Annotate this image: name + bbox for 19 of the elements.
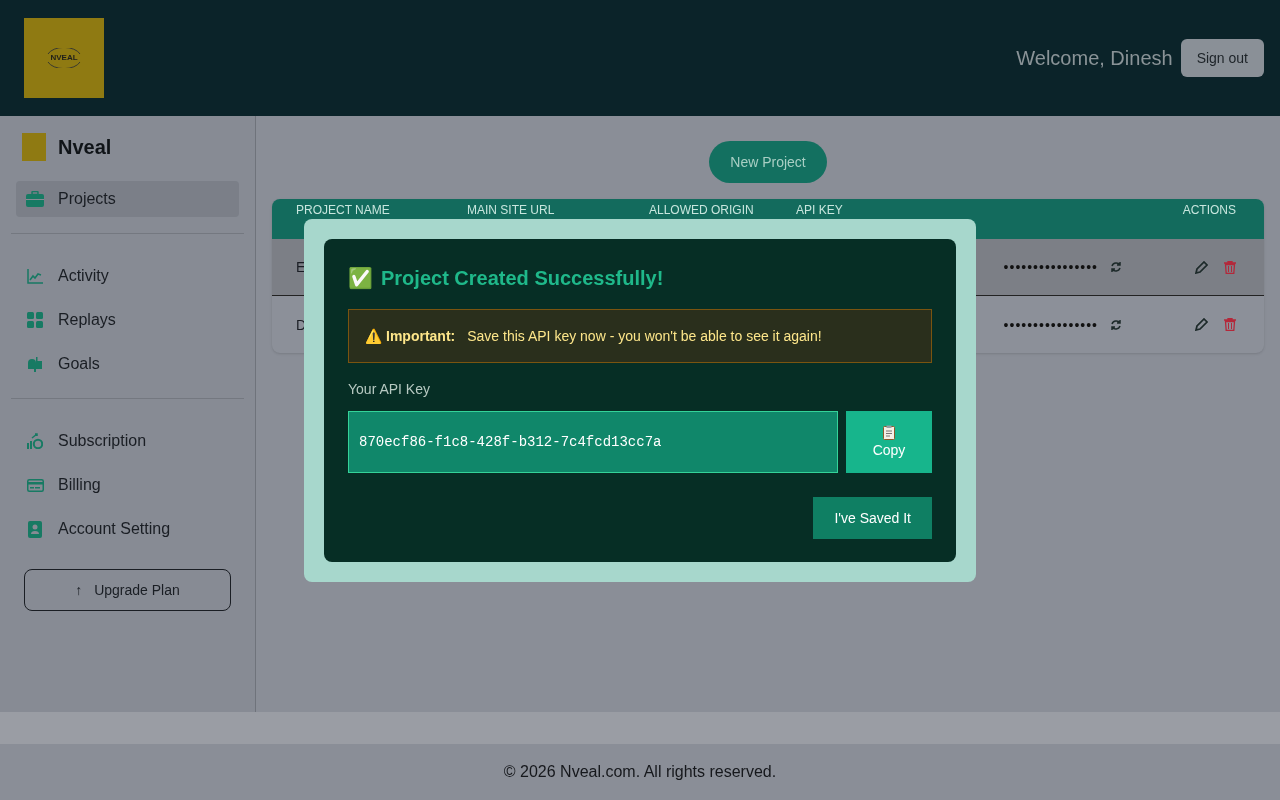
project-name-cell-text: E bbox=[296, 258, 307, 277]
api-key-cell-text: •••••••••••••••• bbox=[1003, 258, 1098, 277]
welcome-text: Welcome, Dinesh bbox=[1016, 46, 1173, 71]
column-header: PROJECT NAME bbox=[296, 203, 390, 217]
dialog-title: ✅ Project Created Successfully! bbox=[348, 263, 932, 293]
check-mark-icon: ✅ bbox=[348, 263, 373, 293]
brand-name: Nveal bbox=[58, 135, 112, 160]
warning-icon: ⚠ bbox=[365, 326, 382, 346]
column-header: ACTIONS bbox=[1182, 203, 1236, 217]
up-arrow-icon: ↑ bbox=[75, 580, 83, 600]
warning-label: Important: bbox=[386, 327, 456, 346]
column-header: ALLOWED ORIGIN bbox=[649, 203, 754, 217]
copyright-text: © 2026 Nveal.com. All rights reserved. bbox=[503, 762, 777, 782]
column-header: MAIN SITE URL bbox=[467, 203, 555, 217]
api-key-label: Your API Key bbox=[348, 380, 431, 399]
api-key-cell-text: •••••••••••••••• bbox=[1003, 315, 1098, 335]
logo-text: NVEAL bbox=[50, 54, 78, 62]
warning-text: Save this API key now - you won't be able to see it again! bbox=[467, 327, 822, 346]
column-header: API KEY bbox=[796, 203, 843, 217]
